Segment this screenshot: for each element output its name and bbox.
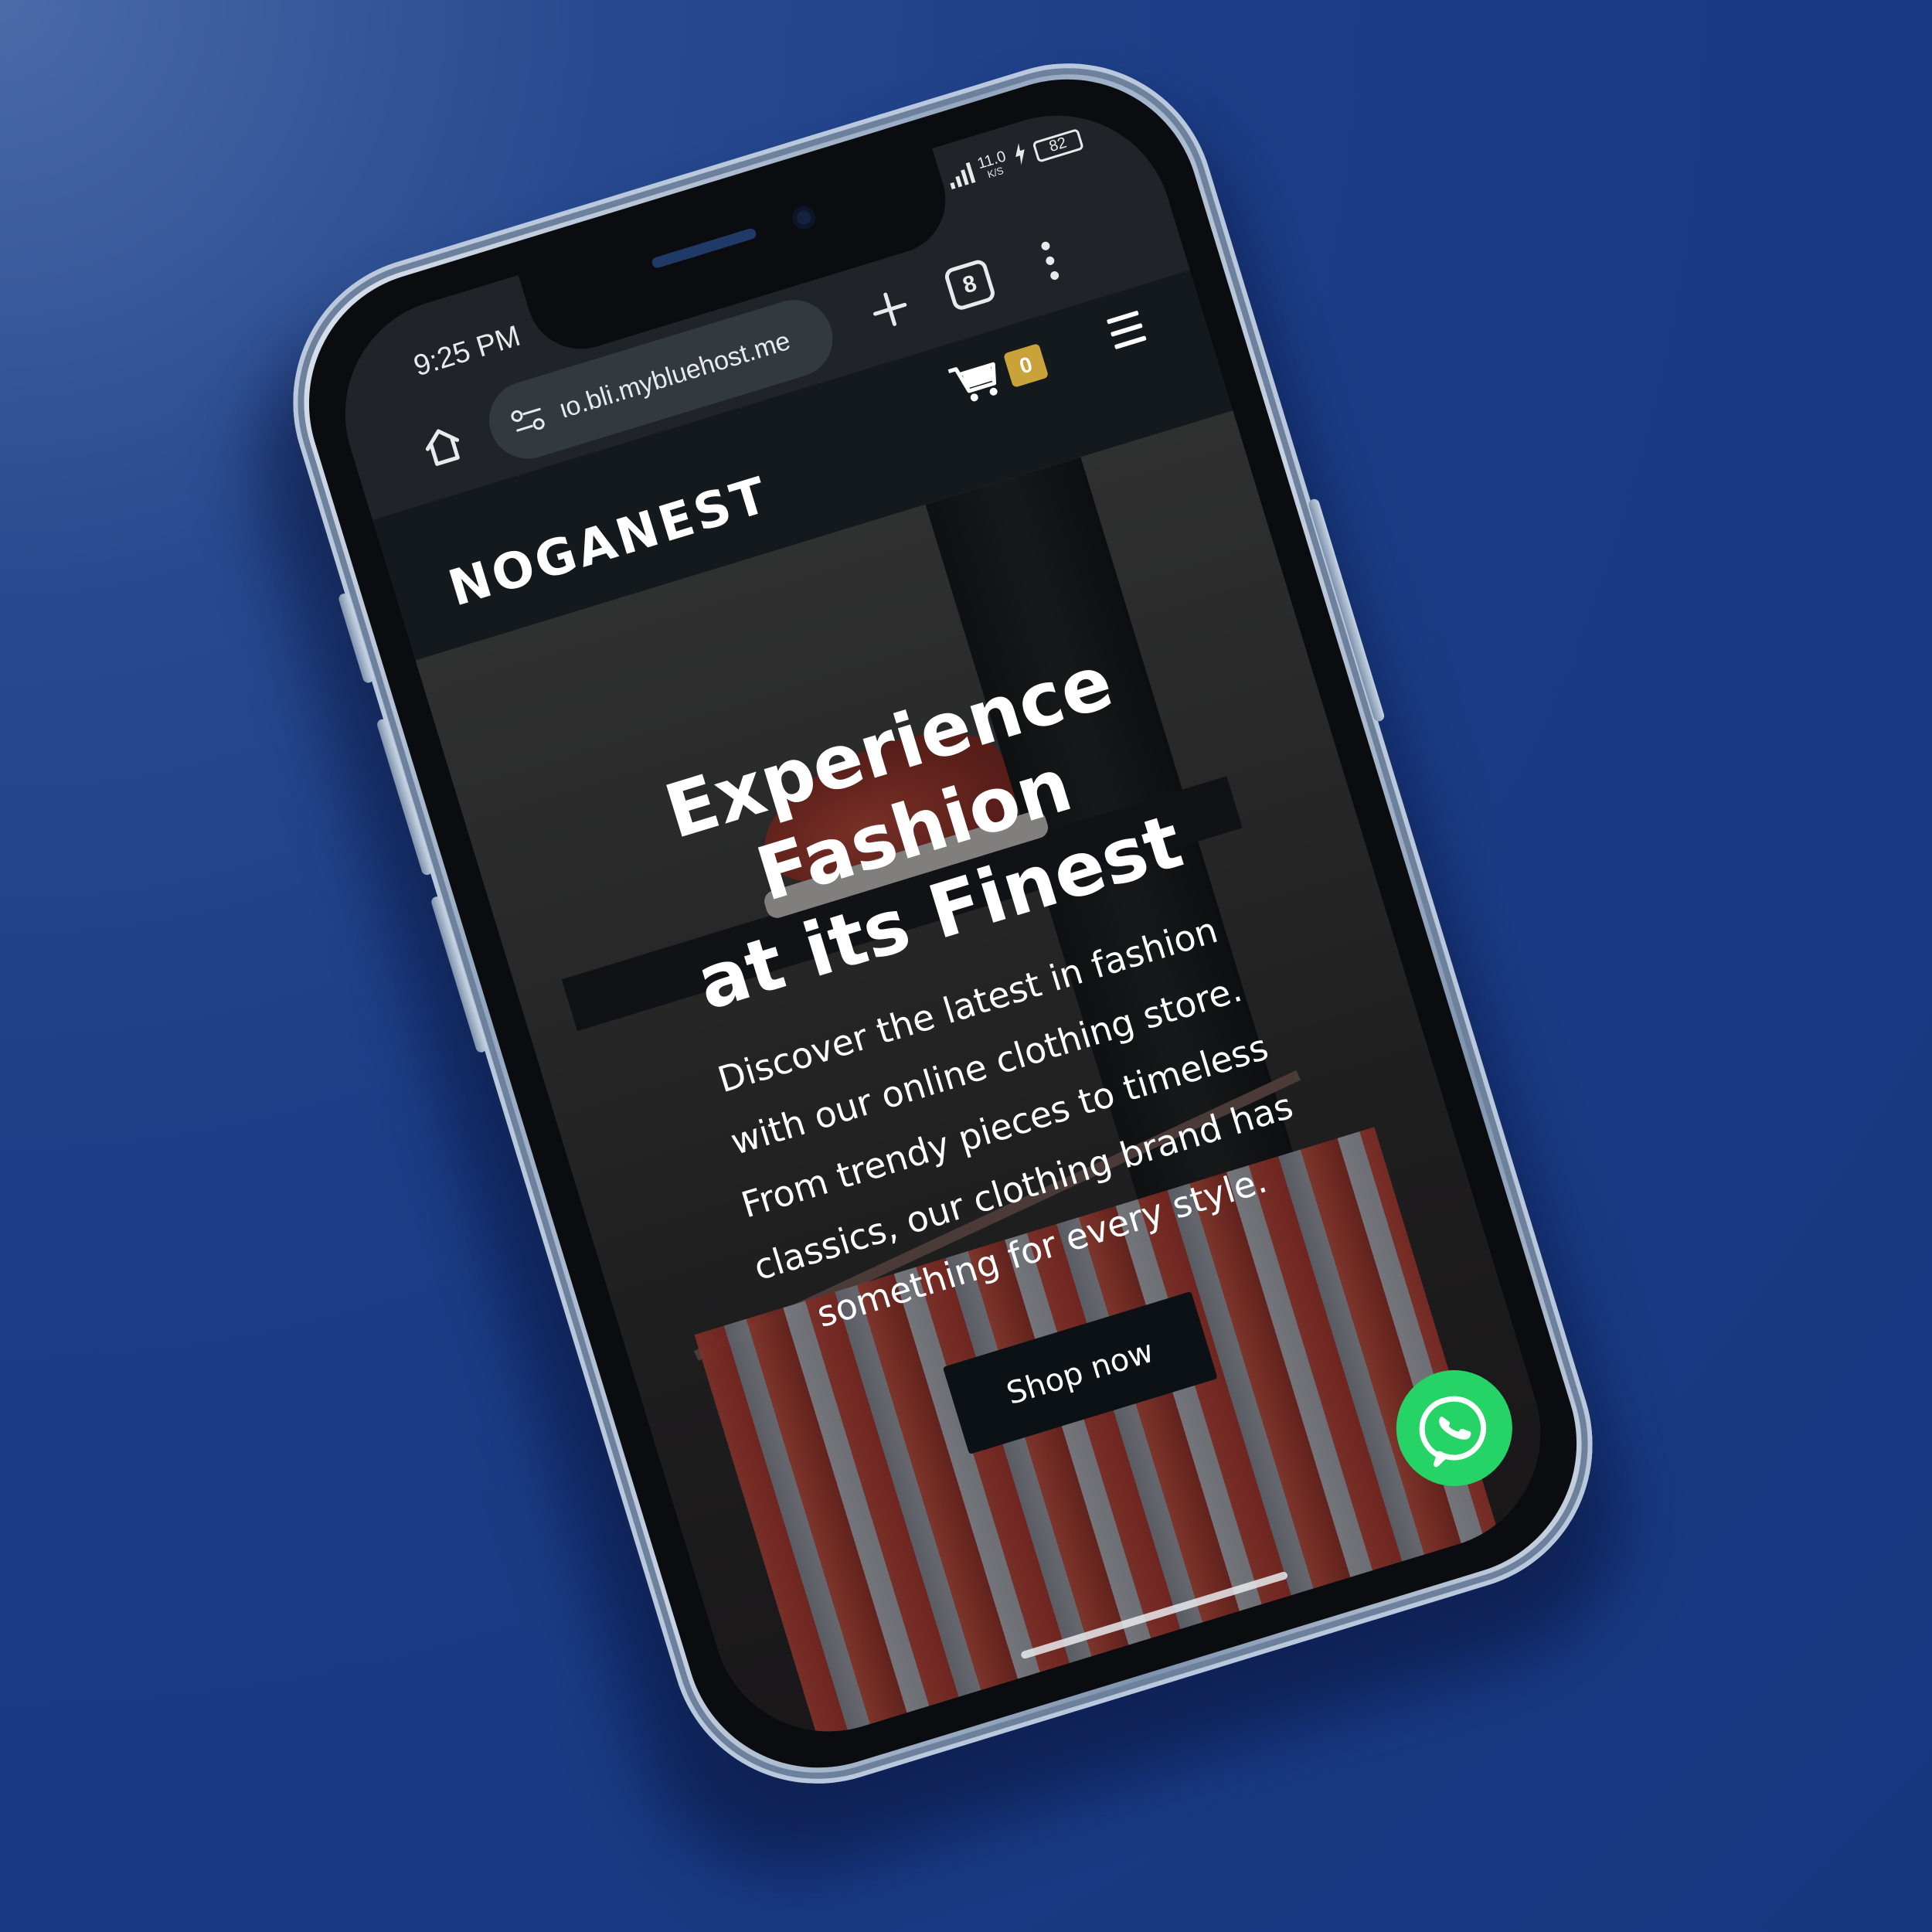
phone-mockup: 9:25 PM 11.0 K/S 82 ιo.bli.mybluehost.me… — [257, 26, 1629, 1821]
tabs-icon[interactable]: 8 — [942, 257, 997, 312]
hamburger-icon[interactable] — [1106, 310, 1147, 350]
speaker-grille — [651, 226, 757, 270]
net-speed-unit: K/S — [985, 164, 1005, 181]
site-settings-icon — [511, 407, 545, 432]
tab-count: 8 — [959, 270, 980, 299]
new-tab-button[interactable] — [852, 270, 929, 348]
phone-screen: 9:25 PM 11.0 K/S 82 ιo.bli.mybluehost.me… — [316, 87, 1570, 1760]
plus-icon — [873, 292, 907, 326]
cart-icon — [947, 362, 998, 402]
cart-button[interactable]: 0 — [946, 339, 1050, 409]
whatsapp-icon — [1419, 1396, 1487, 1468]
cart-count-badge: 0 — [1002, 342, 1049, 389]
home-icon — [425, 429, 460, 466]
front-camera — [789, 202, 818, 233]
more-vert-icon[interactable] — [1026, 226, 1073, 294]
home-button[interactable] — [409, 412, 476, 479]
signal-icon — [945, 162, 975, 189]
charging-icon — [1011, 141, 1032, 172]
net-speed: 11.0 K/S — [975, 148, 1010, 182]
status-system-info: 11.0 K/S 82 — [944, 125, 1085, 192]
phone-bezel: 9:25 PM 11.0 K/S 82 ιo.bli.mybluehost.me… — [276, 46, 1610, 1801]
battery-indicator: 82 — [1032, 128, 1084, 163]
